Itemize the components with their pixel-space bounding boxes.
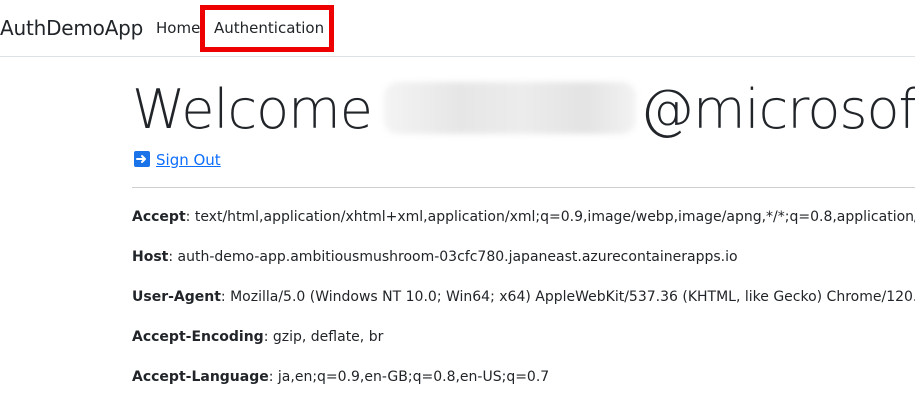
header-row-accept-language: Accept-Language: ja,en;q=0.9,en-GB;q=0.8… xyxy=(132,369,549,385)
header-key: Accept xyxy=(132,209,186,225)
blurred-username xyxy=(384,82,637,134)
welcome-prefix: Welcome xyxy=(132,78,373,141)
divider xyxy=(132,187,915,188)
nav-item-authentication[interactable]: Authentication xyxy=(214,19,324,37)
header-value: : Mozilla/5.0 (Windows NT 10.0; Win64; x… xyxy=(220,289,915,305)
header-value: : text/html,application/xhtml+xml,applic… xyxy=(185,209,915,225)
header-row-host: Host: auth-demo-app.ambitiousmushroom-03… xyxy=(132,249,738,265)
header-key: User-Agent xyxy=(132,289,221,305)
main-content: Welcome @microsoft.co Sign Out Accept: te… xyxy=(132,57,915,401)
header-row-user-agent: User-Agent: Mozilla/5.0 (Windows NT 10.0… xyxy=(132,289,915,305)
sign-out-link[interactable]: Sign Out xyxy=(134,151,221,169)
header-value: : ja,en;q=0.9,en-GB;q=0.8,en-US;q=0.7 xyxy=(268,369,550,385)
header-key: Accept-Encoding xyxy=(132,329,264,345)
sign-out-label: Sign Out xyxy=(156,151,221,169)
header-key: Host xyxy=(132,249,169,265)
navbar: AuthDemoApp Home Authentication xyxy=(0,0,915,57)
email-domain: @microsoft.co xyxy=(640,78,915,141)
nav-item-home[interactable]: Home xyxy=(156,19,200,37)
welcome-heading: Welcome @microsoft.co xyxy=(132,79,915,141)
header-row-accept-encoding: Accept-Encoding: gzip, deflate, br xyxy=(132,329,383,345)
arrow-right-box-icon xyxy=(134,151,150,167)
header-key: Accept-Language xyxy=(132,369,269,385)
header-row-accept: Accept: text/html,application/xhtml+xml,… xyxy=(132,209,915,225)
app-brand[interactable]: AuthDemoApp xyxy=(0,16,143,40)
header-value: : auth-demo-app.ambitiousmushroom-03cfc7… xyxy=(168,249,738,265)
header-value: : gzip, deflate, br xyxy=(263,329,384,345)
